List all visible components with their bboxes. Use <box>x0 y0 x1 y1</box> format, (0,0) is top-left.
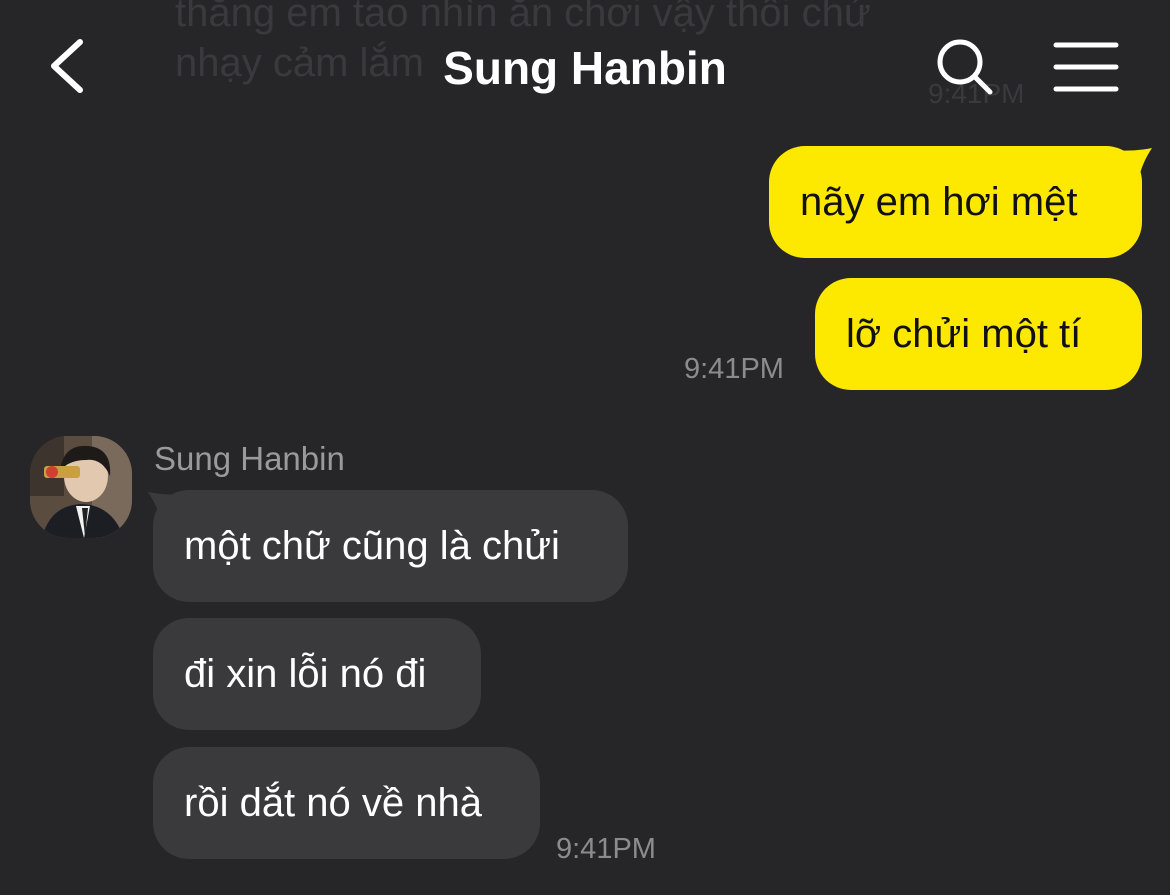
back-button[interactable] <box>40 34 100 98</box>
chat-header: Sung Hanbin <box>0 0 1170 130</box>
message-bubble-outgoing[interactable]: lỡ chửi một tí <box>815 278 1142 390</box>
message-bubble-outgoing[interactable]: nãy em hơi mệt <box>769 146 1142 258</box>
message-bubble-incoming[interactable]: đi xin lỗi nó đi <box>153 618 481 730</box>
hamburger-menu-icon <box>1053 42 1119 92</box>
menu-button[interactable] <box>1052 40 1120 94</box>
avatar-photo <box>30 436 132 538</box>
message-bubble-incoming[interactable]: rồi dắt nó về nhà <box>153 747 540 859</box>
sender-name: Sung Hanbin <box>154 440 345 477</box>
search-icon <box>937 39 993 95</box>
search-button[interactable] <box>934 36 996 98</box>
sender-avatar[interactable] <box>30 436 132 538</box>
chat-title: Sung Hanbin <box>443 42 727 94</box>
chat-screen: thằng em tao nhìn ăn chơi vậy thôi chứ n… <box>0 0 1170 895</box>
message-bubble-incoming[interactable]: một chữ cũng là chửi <box>153 490 628 602</box>
chevron-left-icon <box>51 39 83 93</box>
message-timestamp: 9:41PM <box>556 833 656 865</box>
message-timestamp: 9:41PM <box>684 353 784 385</box>
